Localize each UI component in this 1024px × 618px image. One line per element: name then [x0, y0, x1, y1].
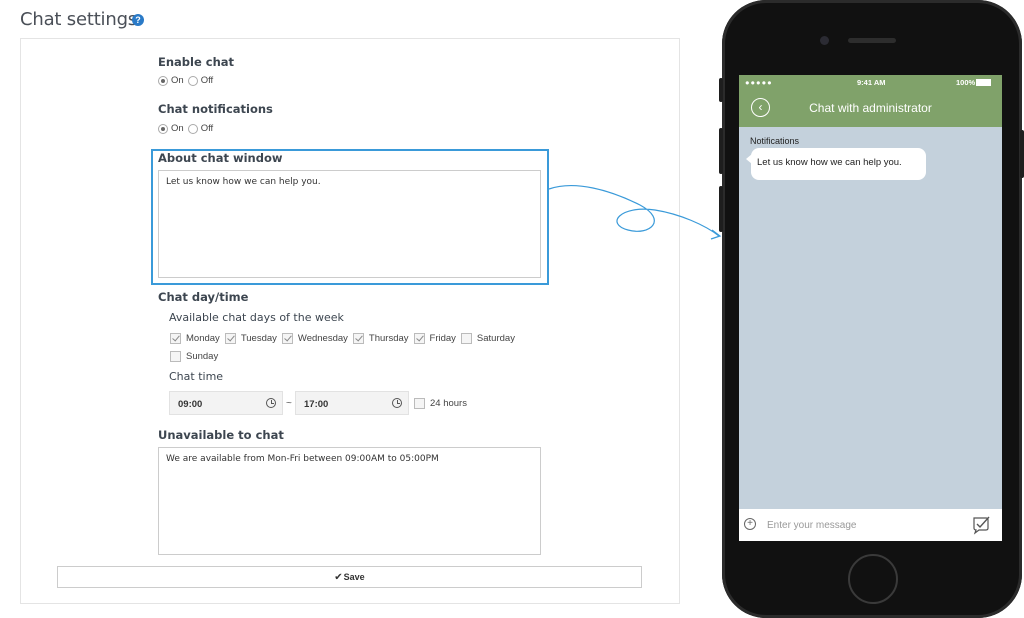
- home-button[interactable]: [848, 554, 898, 604]
- monday-label: Monday: [186, 333, 220, 344]
- chat-header-title: Chat with administrator: [809, 101, 932, 115]
- about-chat-window-label: About chat window: [158, 151, 283, 165]
- enable-chat-off-label: Off: [200, 75, 214, 86]
- friday-label: Friday: [429, 333, 456, 344]
- plus-icon[interactable]: +: [744, 518, 756, 530]
- battery-icon: [976, 79, 991, 86]
- friday-checkbox[interactable]: [413, 333, 425, 344]
- phone-volume-down-button: [719, 186, 723, 232]
- tuesday-label: Tuesday: [240, 333, 277, 344]
- sunday-checkbox[interactable]: [170, 351, 181, 362]
- clock-icon[interactable]: [392, 398, 402, 408]
- thursday-checkbox[interactable]: [352, 333, 364, 344]
- wednesday-label: Wednesday: [297, 333, 348, 344]
- chat-day-time-label: Chat day/time: [158, 290, 249, 304]
- available-days-label: Available chat days of the week: [169, 311, 344, 324]
- battery-percent: 100%: [956, 78, 976, 87]
- enable-chat-label: Enable chat: [158, 55, 235, 69]
- 24-hours-row: 24 hours: [414, 398, 472, 409]
- save-label: Save: [343, 572, 365, 582]
- clock-icon[interactable]: [266, 398, 276, 408]
- message-input[interactable]: [767, 515, 957, 535]
- enable-chat-off-radio[interactable]: [187, 75, 198, 86]
- phone-side-button: [719, 78, 723, 102]
- tuesday-checkbox[interactable]: [224, 333, 236, 344]
- message-sender: Notifications: [750, 136, 800, 146]
- saturday-checkbox[interactable]: [460, 333, 472, 344]
- chat-notifications-radio-group: On Off: [158, 123, 217, 134]
- question-circle-icon[interactable]: ?: [132, 14, 144, 26]
- page-title: Chat settings: [20, 9, 137, 30]
- enable-chat-radio-group: On Off: [158, 75, 217, 86]
- enable-chat-on-radio[interactable]: [158, 75, 168, 86]
- message-bubble: Let us know how we can help you.: [746, 148, 926, 180]
- saturday-label: Saturday: [476, 333, 515, 344]
- 24-hours-label: 24 hours: [430, 398, 467, 409]
- monday-checkbox[interactable]: [170, 333, 181, 344]
- status-bar: ●●●●● 9:41 AM 100%: [739, 75, 1002, 89]
- send-icon[interactable]: [971, 515, 991, 535]
- status-time: 9:41 AM: [857, 78, 886, 87]
- signal-indicator: ●●●●●: [745, 78, 773, 87]
- wednesday-checkbox[interactable]: [281, 333, 293, 344]
- sunday-checkbox-row: Sunday: [170, 351, 223, 362]
- unavailable-label: Unavailable to chat: [158, 428, 284, 442]
- phone-power-button: [1020, 130, 1024, 178]
- chat-header: ‹ Chat with administrator: [739, 89, 1002, 127]
- 24-hours-checkbox[interactable]: [414, 398, 425, 409]
- save-button[interactable]: ✔ Save: [57, 566, 642, 588]
- speaker-grille: [848, 38, 896, 43]
- enable-chat-on-label: On: [171, 75, 184, 86]
- chat-notifications-off-radio[interactable]: [187, 123, 198, 134]
- camera-icon: [820, 36, 829, 45]
- thursday-label: Thursday: [368, 333, 409, 344]
- about-chat-window-textarea[interactable]: Let us know how we can help you.: [158, 170, 541, 278]
- chat-notifications-label: Chat notifications: [158, 102, 273, 116]
- sunday-label: Sunday: [186, 351, 219, 362]
- chat-notifications-on-radio[interactable]: [158, 123, 168, 134]
- chat-notifications-on-label: On: [171, 123, 184, 134]
- phone-screen: ●●●●● 9:41 AM 100% ‹ Chat with administr…: [739, 75, 1002, 541]
- message-input-bar: +: [739, 509, 1002, 541]
- unavailable-textarea[interactable]: We are available from Mon-Fri between 09…: [158, 447, 541, 555]
- chat-notifications-off-label: Off: [200, 123, 214, 134]
- chat-time-label: Chat time: [169, 370, 224, 383]
- check-icon: ✔: [334, 571, 343, 583]
- phone-volume-up-button: [719, 128, 723, 174]
- days-checkbox-row: Monday Tuesday Wednesday Thursday Friday…: [170, 333, 520, 344]
- time-separator: ~: [286, 398, 292, 409]
